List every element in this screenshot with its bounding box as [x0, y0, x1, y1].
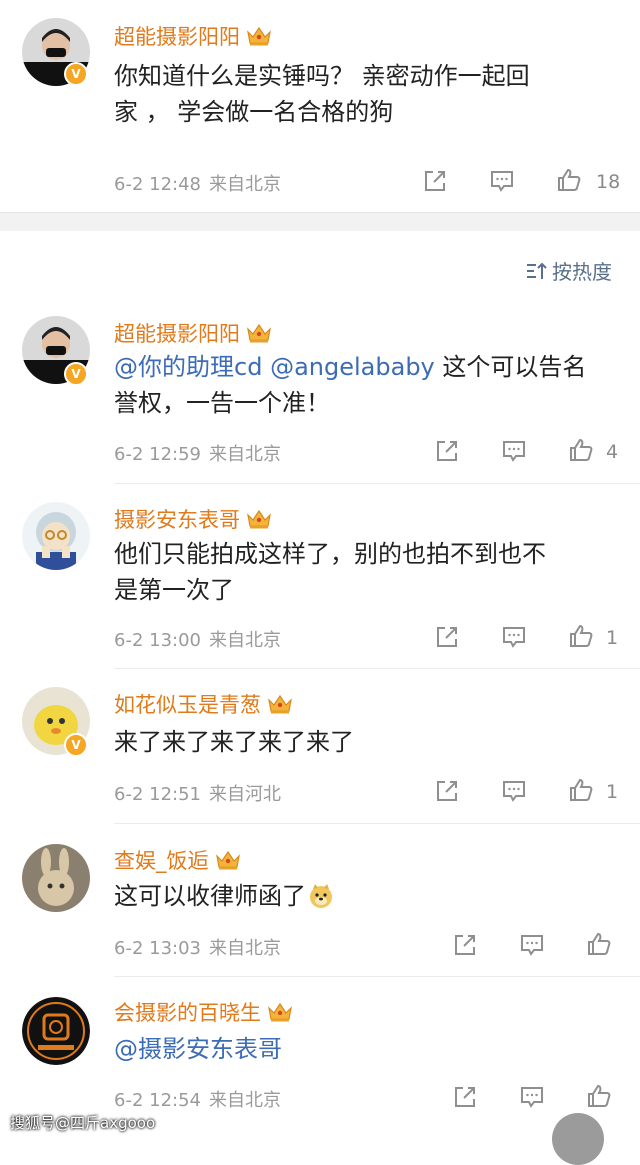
- comment-meta: 6-2 12:54 来自北京: [114, 1090, 281, 1111]
- author-name[interactable]: 超能摄影阳阳: [114, 318, 272, 348]
- avatar[interactable]: [22, 502, 90, 570]
- author-name[interactable]: 会摄影的百晓生: [114, 997, 293, 1027]
- sort-icon: [527, 262, 547, 279]
- comment-icon[interactable]: [501, 778, 527, 804]
- like-icon[interactable]: [568, 623, 594, 649]
- like-icon[interactable]: [586, 1083, 612, 1109]
- like-icon[interactable]: [556, 167, 582, 193]
- mention-link[interactable]: @angelababy: [270, 353, 435, 381]
- verified-badge-icon: V: [64, 362, 88, 386]
- comment-text: 来了来了来了来了来了: [114, 728, 354, 756]
- share-icon[interactable]: [452, 932, 478, 958]
- crown-icon: [246, 25, 272, 47]
- crown-icon: [267, 693, 293, 715]
- mention-link[interactable]: @摄影安东表哥: [114, 1035, 282, 1063]
- comment-icon[interactable]: [501, 438, 527, 464]
- comment-text: @你的助理cd @angelababy 这个可以告名 誉权，一告一个准！: [114, 353, 587, 417]
- watermark: 搜狐号@四斤axgooo: [10, 1114, 156, 1132]
- comment-text: @摄影安东表哥: [114, 1031, 614, 1067]
- share-icon[interactable]: [434, 624, 460, 650]
- comment-meta: 6-2 13:00 来自北京: [114, 630, 281, 651]
- like-icon[interactable]: [586, 931, 612, 957]
- comment-icon[interactable]: [519, 932, 545, 958]
- sort-label: 按热度: [552, 260, 612, 284]
- sort-button[interactable]: 按热度: [526, 256, 612, 285]
- comment-icon[interactable]: [489, 168, 515, 194]
- comment-item: 查娱_饭逅 这可以收律师函了 6-2 13:03 来自北京: [0, 824, 640, 976]
- crown-icon: [267, 1001, 293, 1023]
- author-name[interactable]: 查娱_饭逅: [114, 845, 241, 875]
- comment-text: 这可以收律师函了: [114, 878, 614, 914]
- comment-meta: 6-2 12:51 来自河北: [114, 784, 281, 805]
- like-count: 1: [606, 627, 619, 649]
- comment-item: 摄影安东表哥 他们只能拍成这样了，别的也拍不到也不 是第一次了 6-2 13:0…: [0, 484, 640, 668]
- avatar[interactable]: [22, 844, 90, 912]
- like-count: 1: [606, 781, 619, 803]
- comment-item: V 超能摄影阳阳 @你的助理cd @angelababy 这个可以告名 誉权，一…: [0, 300, 640, 482]
- comment-text: 他们只能拍成这样了，别的也拍不到也不 是第一次了: [114, 540, 546, 604]
- verified-badge-icon: V: [64, 733, 88, 757]
- comment-icon[interactable]: [519, 1084, 545, 1110]
- share-icon[interactable]: [452, 1084, 478, 1110]
- share-icon[interactable]: [434, 778, 460, 804]
- author-name[interactable]: 如花似玉是青葱: [114, 689, 293, 719]
- top-post: V 超能摄影阳阳 你知道什么是实锤吗？ 亲密动作一起回 家 ， 学会做一名合格的…: [0, 0, 640, 212]
- like-count: 18: [596, 171, 621, 193]
- share-icon[interactable]: [422, 168, 448, 194]
- mention-link[interactable]: @你的助理cd: [114, 353, 262, 381]
- crown-icon: [246, 322, 272, 344]
- comment-item: V 如花似玉是青葱 来了来了来了来了来了 6-2 12:51 来自河北 1: [0, 669, 640, 823]
- author-name[interactable]: 摄影安东表哥: [114, 504, 272, 534]
- author-name[interactable]: 超能摄影阳阳: [114, 21, 272, 51]
- section-separator: [0, 212, 640, 231]
- comment-meta: 6-2 13:03 来自北京: [114, 938, 281, 959]
- like-icon[interactable]: [568, 777, 594, 803]
- share-icon[interactable]: [434, 438, 460, 464]
- crown-icon: [246, 508, 272, 530]
- verified-badge-icon: V: [64, 62, 88, 86]
- post-meta: 6-2 12:48 来自北京: [114, 174, 281, 195]
- doge-emoji-icon: [310, 884, 332, 908]
- comment-icon[interactable]: [501, 624, 527, 650]
- floating-button[interactable]: [552, 1113, 604, 1165]
- crown-icon: [215, 849, 241, 871]
- like-icon[interactable]: [568, 437, 594, 463]
- avatar[interactable]: [22, 997, 90, 1065]
- post-text: 你知道什么是实锤吗？ 亲密动作一起回 家 ， 学会做一名合格的狗: [114, 62, 530, 126]
- like-count: 4: [606, 441, 619, 463]
- comment-meta: 6-2 12:59 来自北京: [114, 444, 281, 465]
